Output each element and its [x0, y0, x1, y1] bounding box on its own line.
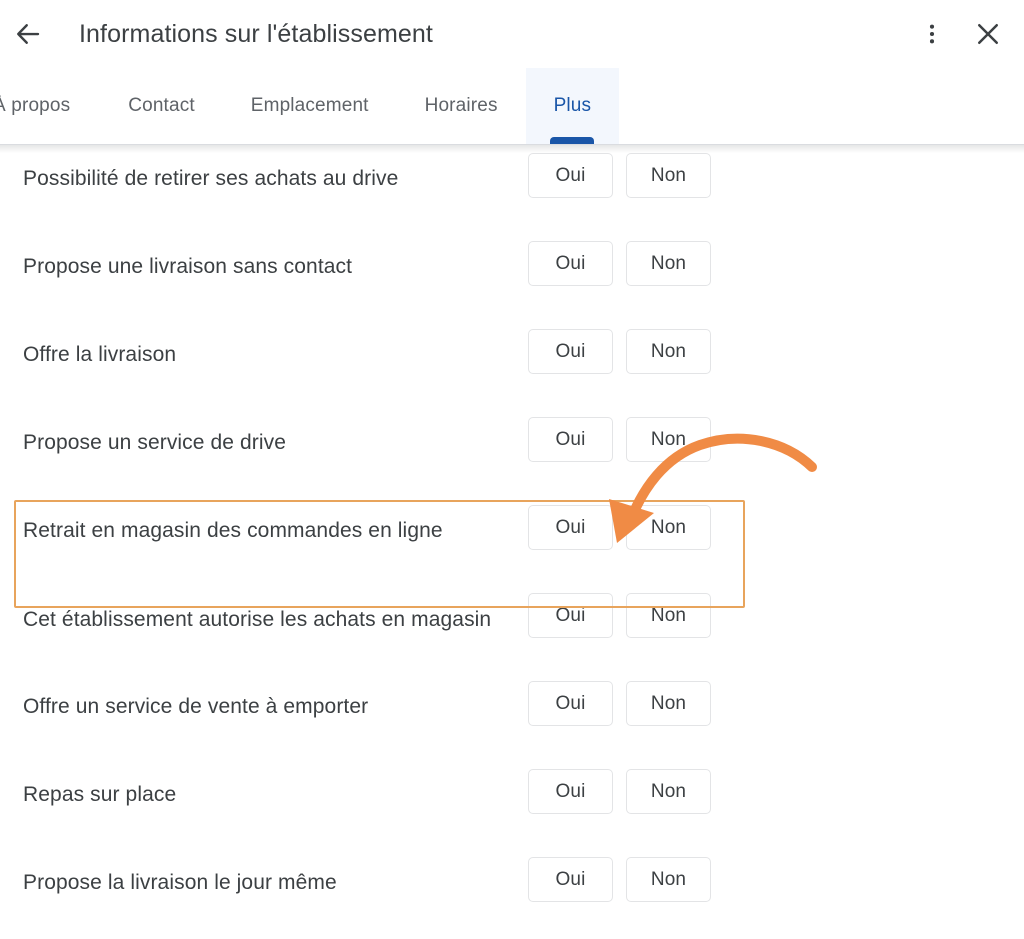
tabbar-divider	[0, 144, 1024, 145]
attribute-label: Retrait en magasin des commandes en lign…	[23, 519, 443, 542]
yes-button[interactable]: Oui	[528, 505, 613, 550]
close-button-wrap	[964, 10, 1012, 58]
attribute-label: Possibilité de retirer ses achats au dri…	[23, 167, 399, 190]
tab-2[interactable]: Emplacement	[223, 68, 397, 144]
attribute-label: Propose la livraison le jour même	[23, 871, 337, 894]
tab-label: Emplacement	[250, 95, 369, 116]
yes-button[interactable]: Oui	[528, 857, 613, 902]
yes-button[interactable]: Oui	[528, 329, 613, 374]
overflow-menu-button[interactable]	[908, 10, 956, 58]
tab-label: Horaires	[424, 95, 498, 116]
tab-3[interactable]: Horaires	[397, 68, 526, 144]
no-button[interactable]: Non	[626, 857, 711, 902]
attribute-row: Propose une livraison sans contact Oui Non	[0, 234, 1024, 322]
no-button[interactable]: Non	[626, 153, 711, 198]
yes-no-toggle-group: Oui Non	[528, 234, 711, 286]
yes-button[interactable]: Oui	[528, 593, 613, 638]
tab-4[interactable]: Plus	[525, 68, 620, 144]
more-vert-icon	[919, 21, 945, 47]
yes-no-toggle-group: Oui Non	[528, 586, 711, 638]
close-button[interactable]	[964, 10, 1012, 58]
no-button[interactable]: Non	[626, 505, 711, 550]
attribute-row: Repas sur place Oui Non	[0, 762, 1024, 850]
no-button[interactable]: Non	[626, 593, 711, 638]
yes-button[interactable]: Oui	[528, 769, 613, 814]
attribute-row: Possibilité de retirer ses achats au dri…	[0, 146, 1024, 234]
attribute-row: Cet établissement autorise les achats en…	[0, 586, 1024, 674]
yes-no-toggle-group: Oui Non	[528, 762, 711, 814]
no-button[interactable]: Non	[626, 241, 711, 286]
page-title: Informations sur l'établissement	[79, 20, 433, 48]
no-button[interactable]: Non	[626, 417, 711, 462]
app-header: Informations sur l'établissement	[0, 0, 1024, 68]
yes-no-toggle-group: Oui Non	[528, 850, 711, 902]
back-button[interactable]	[4, 10, 52, 58]
yes-no-toggle-group: Oui Non	[528, 498, 711, 550]
tab-bar: À propos Contact Emplacement Horaires Plus	[0, 68, 1024, 144]
back-arrow-icon	[13, 19, 43, 49]
attribute-row: Offre la livraison Oui Non	[0, 322, 1024, 410]
attribute-row: Propose un service de drive Oui Non	[0, 410, 1024, 498]
attribute-row: Retrait en magasin des commandes en lign…	[0, 498, 1024, 586]
back-button-wrap	[4, 10, 52, 58]
close-icon	[973, 19, 1003, 49]
yes-no-toggle-group: Oui Non	[528, 146, 711, 198]
yes-button[interactable]: Oui	[528, 153, 613, 198]
attribute-label: Propose une livraison sans contact	[23, 255, 353, 278]
tab-label: Contact	[128, 95, 195, 116]
attribute-label: Repas sur place	[23, 783, 177, 806]
attribute-label: Offre la livraison	[23, 343, 177, 366]
attribute-label: Cet établissement autorise les achats en…	[23, 608, 492, 631]
attribute-row: Offre un service de vente à emporter Oui N…	[0, 674, 1024, 762]
attribute-label: Offre un service de vente à emporter	[23, 695, 369, 718]
tab-0[interactable]: À propos	[0, 68, 100, 144]
overflow-menu-wrap	[908, 10, 956, 58]
no-button[interactable]: Non	[626, 769, 711, 814]
business-info-panel: Informations sur l'établissement À propo…	[0, 0, 1024, 939]
tab-active-indicator	[550, 137, 595, 144]
yes-button[interactable]: Oui	[528, 241, 613, 286]
yes-button[interactable]: Oui	[528, 681, 613, 726]
tab-label: Plus	[553, 95, 592, 116]
yes-no-toggle-group: Oui Non	[528, 322, 711, 374]
attribute-label: Propose un service de drive	[23, 431, 287, 454]
no-button[interactable]: Non	[626, 681, 711, 726]
yes-no-toggle-group: Oui Non	[528, 410, 711, 462]
attribute-row: Propose la livraison le jour même Oui Non	[0, 850, 1024, 938]
attributes-list: Possibilité de retirer ses achats au dri…	[0, 146, 1024, 939]
tab-label: À propos	[0, 95, 71, 116]
tab-1[interactable]: Contact	[100, 68, 223, 144]
yes-no-toggle-group: Oui Non	[528, 674, 711, 726]
no-button[interactable]: Non	[626, 329, 711, 374]
yes-button[interactable]: Oui	[528, 417, 613, 462]
